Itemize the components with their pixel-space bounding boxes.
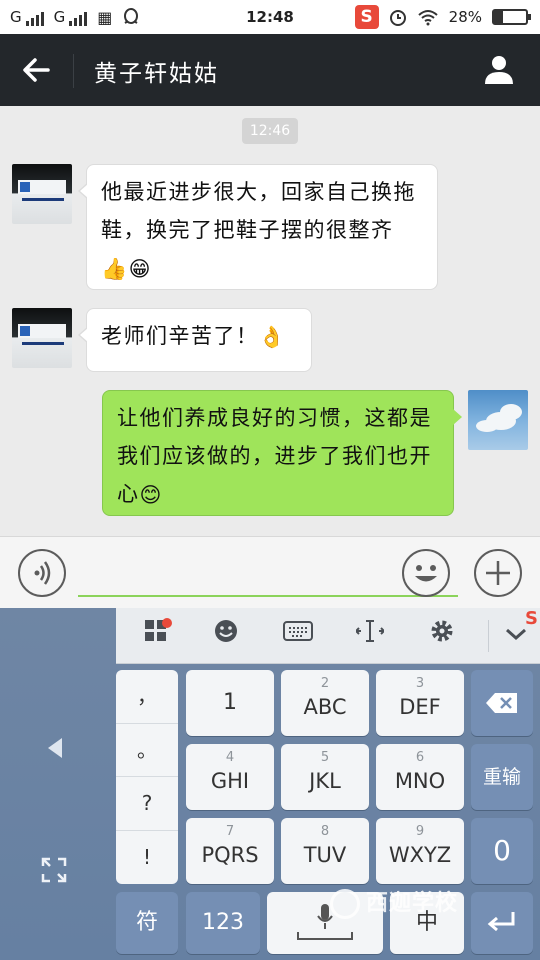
emoji-button[interactable] [402, 549, 450, 597]
key-jkl[interactable]: 5 JKL [281, 744, 369, 810]
key-label: 重输 [482, 766, 521, 788]
battery-icon [492, 9, 531, 25]
apps-icon[interactable] [138, 618, 174, 654]
contact-profile-icon[interactable] [482, 52, 516, 86]
alarm-icon [389, 10, 406, 26]
key-number: 2 [320, 676, 330, 691]
punct-comma[interactable]: ， [116, 670, 178, 724]
key-label: 1 [223, 690, 237, 715]
key-number: 9 [415, 824, 425, 839]
key-label: TUV [303, 843, 347, 867]
avatar-line [22, 198, 64, 201]
left-arrow-icon[interactable] [42, 734, 70, 762]
key-0[interactable]: 0 [471, 818, 533, 884]
key-label: 123 [202, 910, 244, 935]
notification-dot [162, 618, 172, 628]
ok-hand-emoji: 👌 [258, 325, 287, 349]
battery-percent: 28% [448, 8, 482, 26]
plus-icon [486, 561, 510, 585]
reinput-key[interactable]: 重输 [471, 744, 533, 810]
status-right: S 28% [354, 5, 531, 29]
sender-avatar[interactable] [12, 308, 72, 368]
wifi-icon [417, 10, 438, 26]
key-number: 6 [415, 750, 425, 765]
enter-key[interactable] [471, 892, 533, 954]
status-bar: G G ▦ 12:48 S 28% [0, 0, 540, 34]
smile-emoji: 😊 [139, 483, 163, 507]
number-key[interactable]: 123 [186, 892, 260, 954]
cursor-icon[interactable] [352, 618, 388, 654]
keyboard-icon[interactable] [280, 618, 316, 654]
punct-question[interactable]: ? [116, 777, 178, 831]
message-text: 让他们养成良好的习惯，这都是我们应该做的，进步了我们也开心 [117, 406, 432, 506]
voice-icon [34, 561, 51, 585]
settings-icon[interactable] [424, 618, 460, 654]
key-label: PQRS [201, 843, 259, 867]
message-input[interactable] [78, 555, 458, 597]
avatar-logo [18, 324, 66, 338]
chat-header: 黄子轩姑姑 [0, 34, 540, 106]
enter-icon [487, 912, 515, 932]
punctuation-list: ， 。 ? ! [116, 670, 178, 884]
voice-input-button[interactable] [18, 549, 66, 597]
back-arrow-icon[interactable] [20, 52, 54, 88]
key-label: MNO [394, 769, 446, 793]
space-icon [297, 932, 353, 940]
key-wxyz[interactable]: 9 WXYZ [376, 818, 464, 884]
header-divider [73, 54, 74, 88]
ime-keyboard: S ， 。 ? ! 1 2 ABC 3 DEF 4 GHI 5 JKL 6 MNO 重输 … [0, 608, 540, 960]
punct-period[interactable]: 。 [116, 724, 178, 777]
message-bubble[interactable]: 老师们辛苦了！👌 [78, 308, 312, 372]
message-bubble-sent[interactable]: 让他们养成良好的习惯，这都是我们应该做的，进步了我们也开心😊 [102, 390, 462, 516]
chat-area[interactable]: 12:46 他最近进步很大，回家自己换拖鞋，换完了把鞋子摆的很整齐 👍😁 老师们辛… [0, 106, 540, 536]
thumbs-up-grin-emoji: 👍😁 [101, 257, 153, 281]
keyboard-toolbar: S [116, 608, 540, 664]
smiley-icon [415, 565, 437, 582]
symbol-key[interactable]: 符 [116, 892, 178, 954]
key-tuv[interactable]: 8 TUV [281, 818, 369, 884]
key-label: DEF [399, 695, 441, 719]
key-ghi[interactable]: 4 GHI [186, 744, 274, 810]
key-pqrs[interactable]: 7 PQRS [186, 818, 274, 884]
my-avatar[interactable] [468, 390, 528, 450]
backspace-key[interactable] [471, 670, 533, 736]
avatar-line [22, 342, 64, 345]
key-number: 7 [225, 824, 235, 839]
punct-exclaim[interactable]: ! [116, 831, 178, 885]
key-number: 3 [415, 676, 425, 691]
watermark: 西迦学校 [330, 885, 458, 919]
key-label: WXYZ [388, 843, 452, 867]
key-1[interactable]: 1 [186, 670, 274, 736]
emoji-icon[interactable] [208, 618, 244, 654]
key-def[interactable]: 3 DEF [376, 670, 464, 736]
key-mno[interactable]: 6 MNO [376, 744, 464, 810]
key-label: 符 [135, 910, 158, 935]
page-title: 黄子轩姑姑 [94, 61, 219, 87]
backspace-icon [486, 693, 517, 713]
watermark-text: 西迦学校 [366, 891, 459, 916]
message-timestamp: 12:46 [242, 118, 298, 144]
message-input-bar [0, 536, 540, 608]
watermark-logo [330, 889, 360, 919]
key-label: 0 [493, 834, 511, 867]
message-text: 老师们辛苦了！ [101, 324, 259, 348]
key-number: 4 [225, 750, 235, 765]
sogou-icon: S [354, 5, 379, 29]
key-label: ABC [303, 695, 347, 719]
message-bubble[interactable]: 他最近进步很大，回家自己换拖鞋，换完了把鞋子摆的很整齐 👍😁 [78, 164, 438, 290]
battery-fill [494, 11, 503, 23]
expand-icon[interactable] [40, 856, 68, 884]
sender-avatar[interactable] [12, 164, 72, 224]
key-abc[interactable]: 2 ABC [281, 670, 369, 736]
key-number: 5 [320, 750, 330, 765]
toolbar-divider [488, 620, 489, 652]
key-number: 8 [320, 824, 330, 839]
key-label: JKL [309, 769, 341, 793]
avatar-logo [18, 180, 66, 194]
keyboard-side-panel [0, 664, 112, 960]
key-label: GHI [210, 769, 250, 793]
more-button[interactable] [474, 549, 522, 597]
message-text: 他最近进步很大，回家自己换拖鞋，换完了把鞋子摆的很整齐 [101, 180, 416, 242]
sogou-logo: S [525, 608, 538, 629]
